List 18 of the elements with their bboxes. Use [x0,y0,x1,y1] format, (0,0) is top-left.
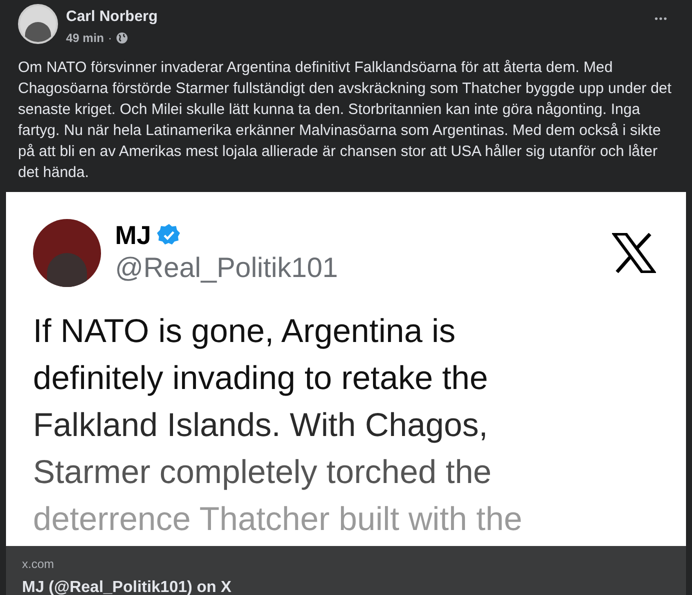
tweet-text-line: If NATO is gone, Argentina is [33,311,456,351]
tweet-text-line: Starmer completely torched the [33,452,493,492]
link-title[interactable]: MJ (@Real_Politik101) on X [22,578,232,595]
globe-icon[interactable] [116,32,128,44]
tweet-text-line: Falkland Islands. With Chagos, [33,405,489,445]
more-options-button[interactable]: ••• [654,12,668,27]
post-time[interactable]: 49 min [66,29,104,47]
link-preview[interactable]: x.com MJ (@Real_Politik101) on X [6,546,686,595]
tweet-author-name: MJ [115,219,152,251]
avatar[interactable] [18,4,58,44]
link-domain: x.com [22,556,54,572]
tweet-handle: @Real_Politik101 [115,251,338,285]
tweet-text-line: definitely invading to retake the [33,358,489,398]
separator-dot: · [108,30,112,47]
tweet-text-line: deterrence Thatcher built with the [33,499,524,539]
x-logo-icon [612,233,656,273]
author-name[interactable]: Carl Norberg [66,7,158,27]
post-text: Om NATO försvinner invaderar Argentina definitivt Falklandsöarna för att återta dem. Med Chagosöarna förstörde Starmer fullständigt den avskräckning som Thatcher byggde upp under det senaste kriget. Och Milei skulle lätt kunna ta den. Storbritannien kan inte göra någonting. Inga fartyg. Nu när hela Latinamerika erkänner Malvinasöarna som Argentinas. Med dem också i sikte på att bli en av Amerikas mest lojala allierade är chansen stor att USA håller sig utanför och låter det hända. [17,58,672,183]
